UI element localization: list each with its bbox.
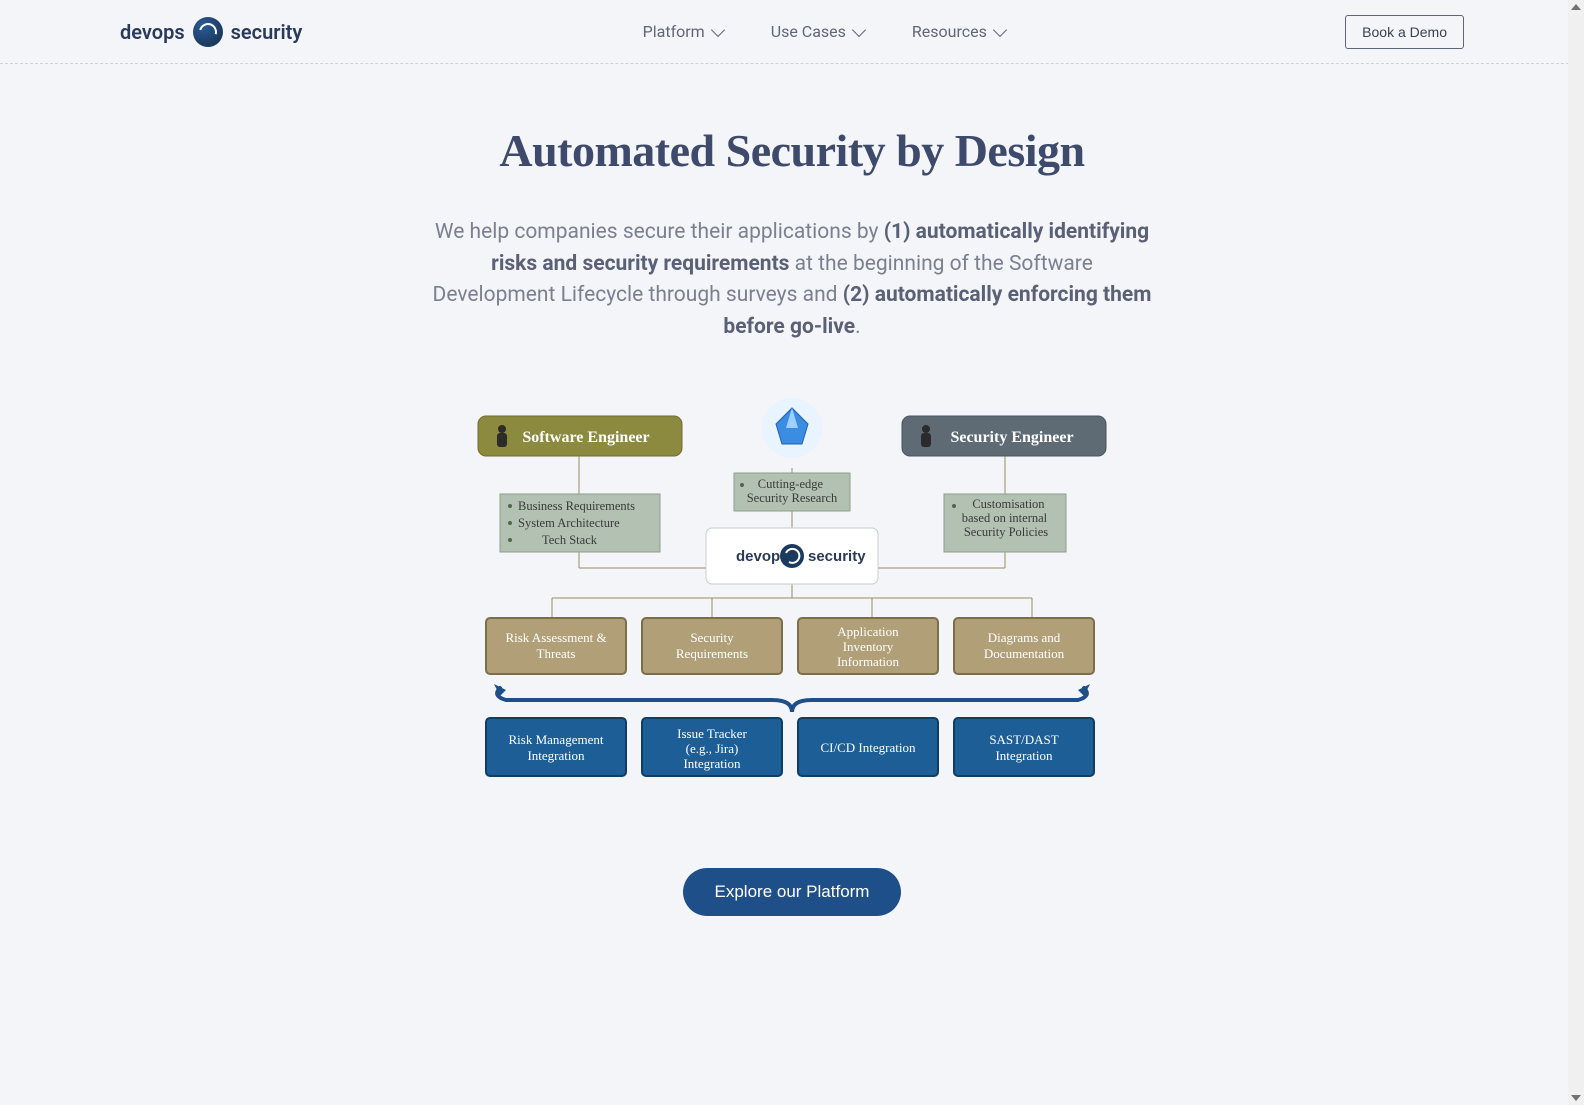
chevron-down-icon — [852, 22, 866, 36]
nav-item-use-cases[interactable]: Use Cases — [771, 22, 864, 41]
logo-text-right: security — [231, 20, 303, 44]
diagram-role-right: Security Engineer — [950, 429, 1073, 446]
diagram-left-item: Tech Stack — [542, 533, 598, 547]
explore-platform-button[interactable]: Explore our Platform — [683, 868, 902, 916]
svg-text:CI/CD Integration: CI/CD Integration — [821, 740, 916, 755]
site-header: devops security Platform Use Cases Resou… — [0, 0, 1584, 64]
page-scrollbar[interactable] — [1568, 0, 1584, 1105]
hero-text: We help companies secure their applicati… — [435, 220, 884, 244]
diagram-left-item: System Architecture — [518, 516, 620, 530]
nav-item-platform[interactable]: Platform — [643, 22, 723, 41]
site-logo[interactable]: devops security — [120, 17, 302, 47]
nav-item-resources[interactable]: Resources — [912, 22, 1005, 41]
logo-text-left: devops — [120, 20, 185, 44]
page-title: Automated Security by Design — [0, 124, 1584, 177]
book-demo-button[interactable]: Book a Demo — [1345, 15, 1464, 49]
hero-description: We help companies secure their applicati… — [432, 217, 1152, 343]
architecture-diagram: Software Engineer Security Engineer Cutt… — [472, 398, 1112, 798]
svg-text:ApplicationInventoryInformatio: ApplicationInventoryInformation — [837, 624, 900, 669]
svg-text:Cutting-edge Security: Cutting-edge Security Research — [747, 477, 838, 505]
svg-text:SAST/DASTIntegration: SAST/DASTIntegration — [989, 732, 1058, 763]
nav-label: Platform — [643, 22, 705, 41]
logo-icon — [193, 17, 223, 47]
scroll-up-icon[interactable] — [1571, 4, 1581, 10]
diagram-left-item: Business Requirements — [518, 499, 635, 513]
chevron-down-icon — [993, 22, 1007, 36]
hero-section: Automated Security by Design We help com… — [0, 64, 1584, 916]
diagram-role-left: Software Engineer — [522, 429, 649, 446]
scroll-down-icon[interactable] — [1571, 1095, 1581, 1101]
diagram-svg: Software Engineer Security Engineer Cutt… — [472, 398, 1112, 798]
svg-text:security: security — [808, 548, 866, 565]
nav-label: Resources — [912, 22, 987, 41]
primary-nav: Platform Use Cases Resources — [643, 22, 1005, 41]
nav-label: Use Cases — [771, 22, 846, 41]
svg-text:Customisation based on: Customisation based on internal Security… — [962, 497, 1051, 539]
hero-text: . — [855, 315, 861, 339]
svg-text:Diagrams andDocumentation: Diagrams andDocumentation — [984, 630, 1065, 661]
svg-text:Issue Tracker(e.g., Jira)Integ: Issue Tracker(e.g., Jira)Integration — [677, 726, 747, 771]
chevron-down-icon — [711, 22, 725, 36]
